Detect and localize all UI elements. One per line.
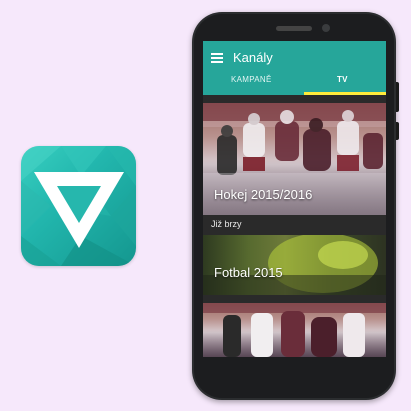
tab-kampane[interactable]: KAMPANĚ bbox=[231, 75, 272, 84]
app-bar: Kanály KAMPANĚ TV bbox=[203, 41, 386, 95]
front-camera bbox=[322, 24, 330, 32]
channel-card-hockey[interactable]: Hokej 2015/2016 bbox=[203, 103, 386, 215]
menu-icon[interactable] bbox=[211, 53, 223, 63]
speaker-grille bbox=[276, 26, 312, 31]
app-logo-icon bbox=[21, 146, 136, 266]
channel-card-partial[interactable] bbox=[203, 303, 386, 357]
hockey-image bbox=[203, 303, 386, 357]
channel-card-football[interactable]: Fotbal 2015 bbox=[203, 235, 386, 295]
page-title: Kanály bbox=[233, 50, 273, 65]
tab-tv[interactable]: TV bbox=[337, 75, 348, 84]
channel-label: Fotbal 2015 bbox=[214, 265, 283, 280]
phone-screen: Kanály KAMPANĚ TV Hokej 2015/2016 Již br… bbox=[203, 41, 386, 357]
channel-label: Hokej 2015/2016 bbox=[214, 187, 313, 202]
section-header: Již brzy bbox=[211, 219, 242, 229]
volume-button bbox=[396, 82, 399, 112]
channel-feed: Hokej 2015/2016 Již brzy Fotbal 2015 bbox=[203, 95, 386, 357]
power-button bbox=[396, 122, 399, 140]
triangle-v-logo-icon bbox=[21, 146, 136, 266]
